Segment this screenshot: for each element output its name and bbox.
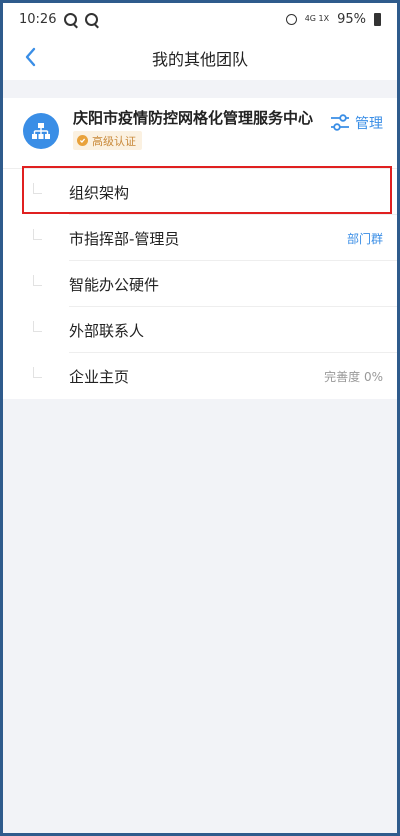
battery-icon [374, 12, 381, 26]
back-arrow-icon [25, 47, 36, 67]
alarm-icon [285, 13, 297, 25]
status-time: 10:26 [19, 11, 57, 27]
sliders-icon [331, 114, 349, 131]
certification-badge: 高级认证 [73, 131, 142, 150]
menu-item-smart-hardware[interactable]: 智能办公硬件 [3, 261, 397, 307]
menu-item-admin[interactable]: 市指挥部-管理员 部门群 [3, 215, 397, 261]
manage-button[interactable]: 管理 [329, 113, 383, 133]
status-right: 4G 1X 95% [285, 11, 381, 27]
menu-item-org-structure[interactable]: 组织架构 [3, 169, 397, 215]
app-notification-icon [85, 12, 99, 26]
tree-connector-icon [33, 183, 42, 194]
manage-label: 管理 [355, 116, 383, 132]
status-bar: 10:26 4G 1X 95% [3, 3, 397, 35]
team-header[interactable]: 庆阳市疫情防控网格化管理服务中心 高级认证 管理 [3, 98, 397, 169]
org-chart-icon [23, 113, 59, 149]
tree-connector-icon [33, 367, 42, 378]
app-screen: 10:26 4G 1X 95% 我的其他团队 庆阳市疫情防控网格化管理服务中心 … [3, 3, 397, 833]
completeness-text: 完善度 0% [324, 369, 383, 384]
menu-item-label: 企业主页 [69, 367, 130, 386]
verified-icon [77, 135, 88, 146]
certification-label: 高级认证 [92, 134, 136, 148]
menu-item-external-contacts[interactable]: 外部联系人 [3, 307, 397, 353]
menu-item-label: 市指挥部-管理员 [69, 229, 180, 248]
app-notification-icon [64, 12, 78, 26]
nav-bar: 我的其他团队 [3, 35, 397, 80]
signal-icon: 4G 1X [304, 14, 330, 23]
team-card: 庆阳市疫情防控网格化管理服务中心 高级认证 管理 组织架构 市指挥部-管理员 部… [3, 98, 397, 399]
menu-item-company-homepage[interactable]: 企业主页 完善度 0% [3, 353, 397, 399]
menu-item-label: 智能办公硬件 [69, 275, 160, 294]
tree-connector-icon [33, 229, 42, 240]
tree-connector-icon [33, 321, 42, 332]
back-button[interactable] [19, 45, 43, 69]
menu-item-label: 组织架构 [69, 183, 130, 202]
team-name: 庆阳市疫情防控网格化管理服务中心 [73, 109, 314, 127]
page-title: 我的其他团队 [151, 49, 248, 69]
department-group-tag[interactable]: 部门群 [347, 230, 383, 247]
status-left: 10:26 [19, 11, 99, 27]
tree-connector-icon [33, 275, 42, 286]
battery-percent: 95% [337, 11, 366, 27]
menu-item-label: 外部联系人 [69, 321, 145, 340]
